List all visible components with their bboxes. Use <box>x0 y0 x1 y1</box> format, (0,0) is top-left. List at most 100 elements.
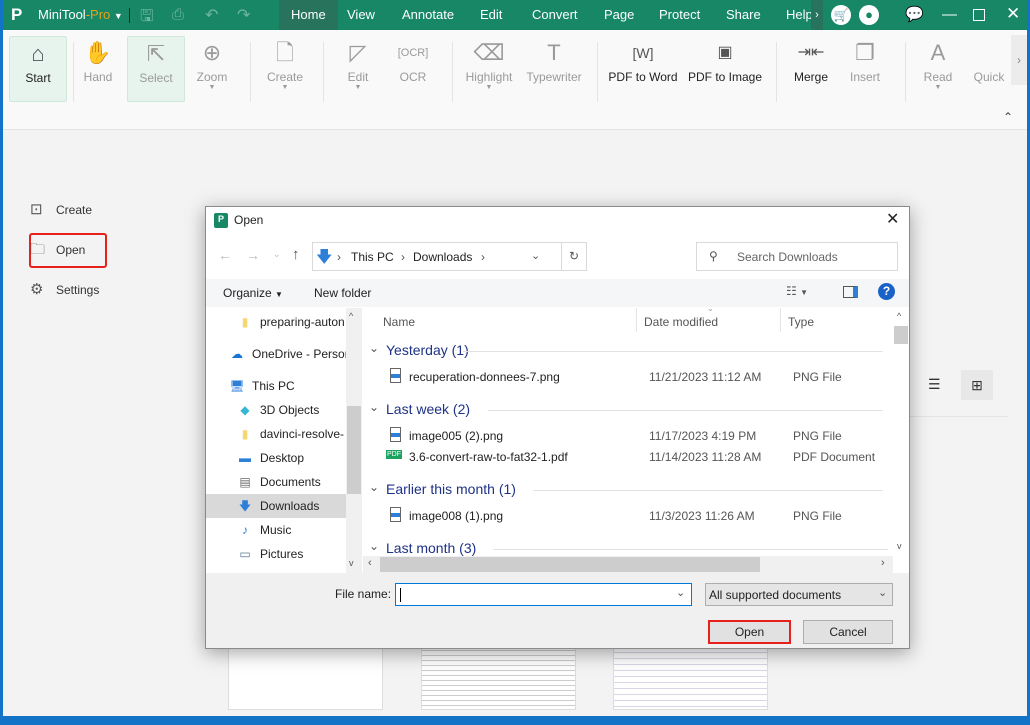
new-folder-button[interactable]: New folder <box>314 286 371 300</box>
ribbon-scroll-right[interactable]: › <box>1011 35 1027 85</box>
tool-pdf-to-word[interactable]: [W] PDF to Word <box>605 36 681 102</box>
grid-view-icon[interactable]: ⊞ <box>961 370 993 400</box>
menu-protect[interactable]: Protect <box>647 0 712 30</box>
tool-read[interactable]: A Read ▼ <box>909 36 967 102</box>
feedback-icon[interactable]: 💬 <box>905 5 924 23</box>
scrollbar-thumb[interactable] <box>347 406 361 494</box>
nav-item-label: OneDrive - Persor <box>252 347 346 361</box>
chevron-down-icon[interactable]: ⌄ <box>878 586 887 599</box>
tool-hand[interactable]: ✋ Hand <box>69 36 127 102</box>
back-button[interactable]: ← <box>218 247 232 263</box>
nav-item[interactable]: ▮ preparing-auton <box>206 310 346 334</box>
breadcrumb-this-pc[interactable]: This PC <box>351 250 394 264</box>
help-icon[interactable]: ? <box>878 283 895 300</box>
recent-locations-button[interactable]: ⌄ <box>273 249 281 260</box>
nav-item[interactable]: ◆ 3D Objects <box>206 398 346 422</box>
nav-item[interactable]: ▮ davinci-resolve- <box>206 422 346 446</box>
column-header-name[interactable]: Name <box>383 315 415 329</box>
breadcrumb-downloads[interactable]: Downloads <box>413 250 472 264</box>
view-options-icon[interactable]: ☷ ▼ <box>786 284 808 298</box>
app-name[interactable]: MiniTool-Pro ▼ <box>38 0 123 31</box>
minimize-button[interactable]: — <box>942 6 957 23</box>
tool-typewriter[interactable]: T Typewriter <box>523 36 585 102</box>
scrollbar-thumb[interactable] <box>894 326 908 344</box>
collapse-ribbon-icon[interactable]: ⌃ <box>1003 110 1013 124</box>
tool-quick[interactable]: Quick <box>960 36 1018 102</box>
sidebar-item-settings[interactable]: ⚙ Settings <box>30 278 99 302</box>
tool-zoom[interactable]: ⊕ Zoom ▼ <box>183 36 241 102</box>
menu-share[interactable]: Share <box>714 0 773 30</box>
file-row[interactable]: image008 (1).png 11/3/2023 11:26 AM PNG Fi… <box>363 507 893 527</box>
file-name: image008 (1).png <box>409 509 504 523</box>
nav-item[interactable]: ▭ Pictures <box>206 542 346 566</box>
chevron-down-icon[interactable]: ⌄ <box>676 586 685 599</box>
forward-button[interactable]: → <box>246 247 260 263</box>
file-name-input[interactable]: ⌄ <box>395 583 692 606</box>
open-button[interactable]: Open <box>708 620 791 644</box>
close-button[interactable]: ✕ <box>1006 4 1020 24</box>
nav-scrollbar[interactable]: ^ v <box>346 308 362 573</box>
recent-file-thumbnail[interactable] <box>613 640 768 710</box>
menu-page[interactable]: Page <box>592 0 646 30</box>
tool-highlight[interactable]: ⌫ Highlight ▼ <box>460 36 518 102</box>
print-icon[interactable]: ⎙ <box>172 6 184 23</box>
recent-file-thumbnail[interactable] <box>228 640 383 710</box>
menu-home[interactable]: Home <box>279 0 338 30</box>
tool-label: PDF to Image <box>687 70 763 84</box>
computer-icon: 🖥 <box>229 379 245 393</box>
address-bar[interactable]: 🡇 › This PC › Downloads › ⌄ <box>312 242 562 271</box>
preview-pane-icon[interactable] <box>843 286 858 298</box>
tool-edit[interactable]: ◸ Edit ▼ <box>329 36 387 102</box>
documents-icon: ▤ <box>239 475 251 489</box>
menu-view[interactable]: View <box>335 0 387 30</box>
sidebar-item-create[interactable]: ⊡ Create <box>30 198 92 222</box>
sidebar-item-open[interactable]: 🗀 Open <box>30 238 85 262</box>
maximize-button[interactable] <box>973 9 985 21</box>
file-type: PNG File <box>793 509 842 523</box>
horizontal-scrollbar[interactable]: ‹ › <box>363 556 893 573</box>
menu-help[interactable]: Help <box>774 0 811 30</box>
nav-item[interactable]: ☁ OneDrive - Persor <box>206 342 346 366</box>
menu-convert[interactable]: Convert <box>520 0 590 30</box>
recent-file-thumbnail[interactable] <box>421 640 576 710</box>
nav-item[interactable]: ♪ Music <box>206 518 346 542</box>
redo-icon[interactable]: ↷ <box>237 5 250 25</box>
organize-button[interactable]: Organize ▼ <box>223 286 283 300</box>
group-label: Yesterday (1) <box>386 342 469 358</box>
menu-edit[interactable]: Edit <box>468 0 514 30</box>
up-button[interactable]: ↑ <box>292 246 300 263</box>
user-avatar-icon[interactable]: ● <box>859 5 879 25</box>
nav-item[interactable]: ▬ Desktop <box>206 446 346 470</box>
create-icon: 🗋 <box>276 40 294 65</box>
tool-merge[interactable]: ⇥⇤ Merge <box>782 36 840 102</box>
cancel-button[interactable]: Cancel <box>803 620 893 644</box>
file-row[interactable]: recuperation-donnees-7.png 11/21/2023 11:… <box>363 368 893 388</box>
save-icon[interactable]: 🖫 <box>140 5 154 32</box>
file-row[interactable]: PDF 3.6-convert-raw-to-fat32-1.pdf 11/14/2… <box>363 448 893 468</box>
file-type-filter[interactable]: All supported documents ⌄ <box>705 583 893 606</box>
tool-select[interactable]: ⇱ Select <box>127 36 185 102</box>
column-header-type[interactable]: Type <box>788 315 814 329</box>
file-list-scrollbar[interactable]: ^ v <box>893 308 909 556</box>
tool-pdf-to-image[interactable]: ▣ PDF to Image <box>685 36 765 102</box>
undo-icon[interactable]: ↶ <box>205 5 218 25</box>
nav-item[interactable]: 🡇 Downloads <box>206 494 346 518</box>
tool-insert[interactable]: ❐ Insert <box>836 36 894 102</box>
list-view-icon[interactable]: ☰ <box>928 376 941 393</box>
tool-ocr[interactable]: [OCR] OCR <box>384 36 442 102</box>
ribbon-toolbar: ⌂ Start ✋ Hand ⇱ Select ⊕ Zoom ▼ 🗋 Create ▼ ◸ Ed… <box>3 30 1027 130</box>
scrollbar-thumb[interactable] <box>380 557 760 572</box>
search-input[interactable]: ⚲ Search Downloads <box>696 242 898 271</box>
refresh-button[interactable]: ↻ <box>562 242 587 271</box>
nav-item[interactable]: 🖥 This PC <box>206 374 346 398</box>
column-header-date[interactable]: Date modified <box>644 315 718 329</box>
file-row[interactable]: image005 (2).png 11/17/2023 4:19 PM PNG Fi… <box>363 427 893 447</box>
nav-item[interactable]: ▤ Documents <box>206 470 346 494</box>
tool-start[interactable]: ⌂ Start <box>9 36 67 102</box>
menu-scroll-right[interactable]: › <box>811 0 823 30</box>
dialog-close-button[interactable]: ✕ <box>886 209 899 229</box>
tool-create[interactable]: 🗋 Create ▼ <box>256 36 314 102</box>
menu-annotate[interactable]: Annotate <box>390 0 466 30</box>
cart-icon[interactable]: 🛒 <box>831 5 851 25</box>
chevron-down-icon[interactable]: ⌄ <box>531 249 540 262</box>
